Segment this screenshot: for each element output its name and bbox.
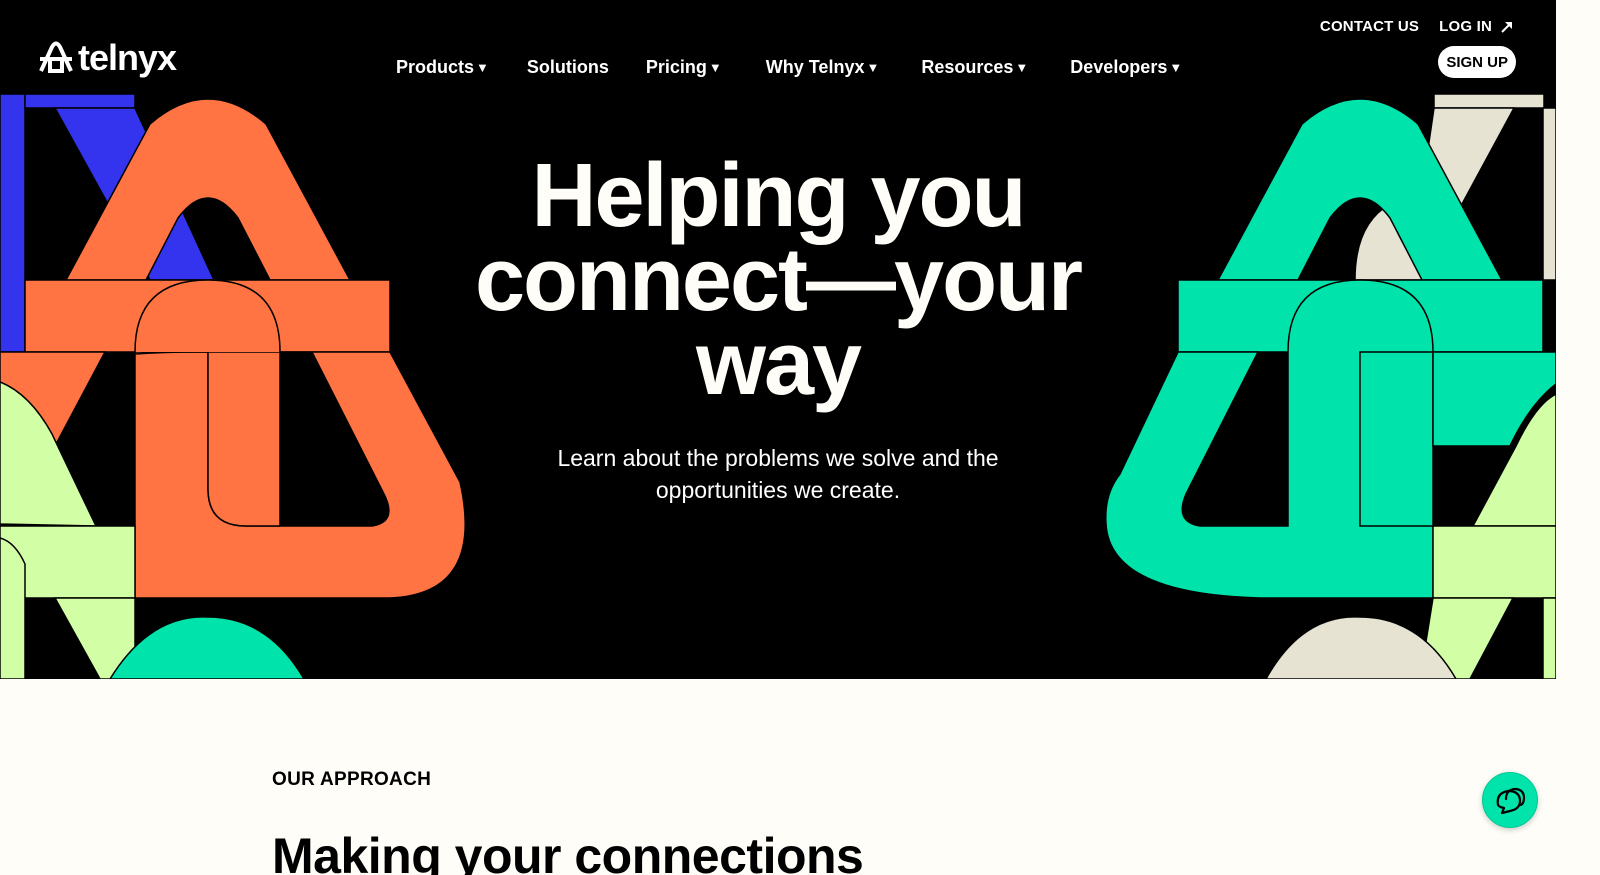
hero-title-line: way (695, 314, 862, 414)
section-eyebrow: OUR APPROACH (272, 769, 432, 790)
chat-button[interactable] (1482, 772, 1538, 828)
caret-down-icon: ▼ (1015, 59, 1029, 75)
nav-why-telnyx[interactable]: Why Telnyx ▼ (766, 57, 880, 78)
chat-bubbles-icon (1496, 787, 1526, 815)
nav-pricing[interactable]: Pricing ▼ (646, 57, 722, 78)
arrow-up-right-icon (1501, 21, 1512, 33)
brand-name: telnyx (78, 37, 177, 78)
contact-us-link[interactable]: CONTACT US (1320, 18, 1419, 35)
caret-down-icon: ▼ (1169, 59, 1183, 75)
nav-solutions-label: Solutions (526, 56, 609, 77)
hero-title: Helping you connect—your way (428, 146, 1128, 414)
contact-us-label: CONTACT US (1319, 18, 1420, 35)
caret-down-icon: ▼ (708, 59, 722, 75)
hero-right-illustration (1105, 94, 1556, 679)
nav-solutions[interactable]: Solutions (527, 57, 609, 78)
log-in-link[interactable]: LOG IN (1439, 18, 1514, 35)
nav-resources-label: Resources (921, 56, 1014, 77)
section-heading: Making your connections (272, 828, 864, 875)
nav-developers[interactable]: Developers ▼ (1070, 57, 1182, 78)
nav-resources[interactable]: Resources ▼ (921, 57, 1028, 78)
caret-down-icon: ▼ (476, 59, 489, 75)
nav-pricing-label: Pricing (645, 56, 707, 77)
nav-developers-label: Developers (1070, 56, 1168, 77)
telnyx-logo-icon (39, 41, 73, 73)
site-header: telnyx CONTACT US LOG IN Products ▼ Solu… (0, 0, 1556, 94)
hero-subtitle-line: Learn about the problems we solve and th… (557, 445, 999, 471)
telnyx-logo[interactable]: telnyx (38, 37, 177, 78)
hero-title-line: Helping you (531, 146, 1027, 246)
page-edge (1556, 94, 1600, 679)
sign-up-button[interactable]: SIGN UP (1438, 46, 1516, 78)
hero-section: Helping you connect—your way Learn about… (0, 94, 1556, 679)
hero-title-line: connect—your (474, 230, 1083, 330)
nav-products-label: Products (396, 56, 475, 77)
hero-subtitle: Learn about the problems we solve and th… (520, 442, 1036, 506)
main-nav: Products ▼ Solutions Pricing ▼ Why Telny… (396, 52, 1182, 82)
hero-left-illustration (0, 94, 466, 679)
caret-down-icon: ▼ (866, 59, 880, 75)
log-in-label: LOG IN (1439, 18, 1492, 35)
nav-why-telnyx-label: Why Telnyx (765, 56, 865, 77)
utility-links: CONTACT US LOG IN (1320, 18, 1514, 35)
nav-products[interactable]: Products ▼ (396, 57, 489, 78)
hero-subtitle-line: opportunities we create. (655, 477, 901, 503)
